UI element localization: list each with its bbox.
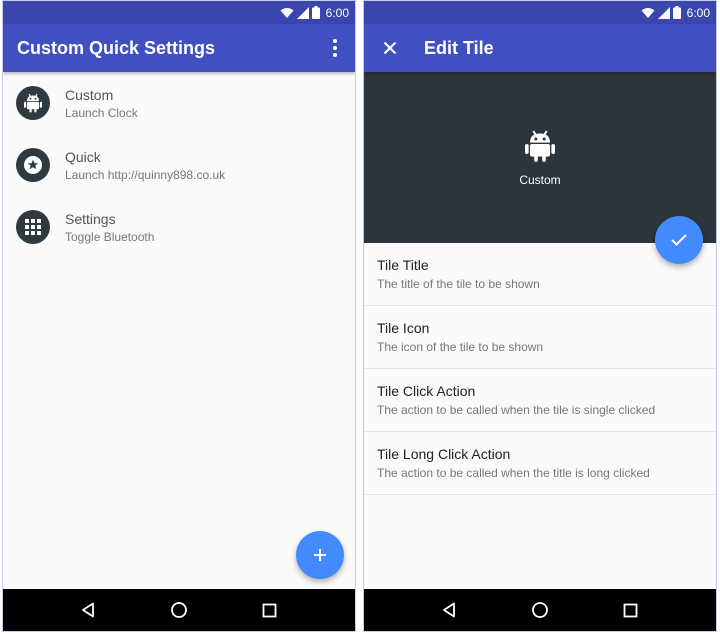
setting-tile-click-action[interactable]: Tile Click Action The action to be calle… <box>364 369 716 432</box>
navigation-bar <box>364 589 716 631</box>
page-title: Edit Tile <box>424 37 494 58</box>
wifi-icon <box>641 7 655 18</box>
tile-preview: Custom <box>364 72 716 243</box>
add-tile-button[interactable] <box>296 531 344 579</box>
signal-icon <box>296 6 309 19</box>
tile-title: Quick <box>65 148 101 165</box>
setting-tile-icon[interactable]: Tile Icon The icon of the tile to be sho… <box>364 306 716 369</box>
setting-tile-long-click-action[interactable]: Tile Long Click Action The action to be … <box>364 432 716 495</box>
quick-settings-screen: 6:00 Custom Quick Settings Custom Launch… <box>2 0 356 632</box>
plus-icon <box>314 549 326 561</box>
overflow-menu-icon[interactable] <box>325 33 345 63</box>
setting-subtitle: The title of the tile to be shown <box>377 277 540 291</box>
tile-title: Custom <box>65 86 114 103</box>
tile-subtitle: Launch http://quinny898.co.uk <box>65 167 226 182</box>
apps-grid-icon <box>16 210 50 244</box>
battery-icon <box>672 6 681 19</box>
star-circle-icon <box>16 148 50 182</box>
android-icon <box>16 86 50 120</box>
list-item-quick[interactable]: Quick Launch http://quinny898.co.uk <box>3 134 355 196</box>
home-icon[interactable] <box>164 595 194 625</box>
back-icon[interactable] <box>434 595 464 625</box>
recents-icon[interactable] <box>255 595 285 625</box>
setting-title: Tile Icon <box>377 320 430 336</box>
status-time: 6:00 <box>325 5 349 20</box>
setting-subtitle: The action to be called when the title i… <box>377 466 650 480</box>
battery-icon <box>311 6 320 19</box>
recents-icon[interactable] <box>616 595 646 625</box>
signal-icon <box>657 6 670 19</box>
status-time: 6:00 <box>686 5 710 20</box>
android-icon <box>525 129 555 162</box>
tile-subtitle: Toggle Bluetooth <box>65 229 155 244</box>
navigation-bar <box>3 589 355 631</box>
tile-subtitle: Launch Clock <box>65 105 138 120</box>
tile-list: Custom Launch Clock Quick Launch http://… <box>3 72 355 258</box>
page-title: Custom Quick Settings <box>17 37 216 58</box>
app-bar: Edit Tile <box>364 24 716 72</box>
check-icon <box>671 234 687 246</box>
list-item-settings[interactable]: Settings Toggle Bluetooth <box>3 196 355 258</box>
settings-list: Tile Title The title of the tile to be s… <box>364 243 716 495</box>
setting-subtitle: The icon of the tile to be shown <box>377 340 544 354</box>
setting-title: Tile Click Action <box>377 383 476 399</box>
edit-tile-screen: 6:00 Edit Tile Custom Tile Title The tit… <box>363 0 717 632</box>
status-bar: 6:00 <box>3 1 355 24</box>
setting-subtitle: The action to be called when the tile is… <box>377 403 656 417</box>
preview-label: Custom <box>519 172 561 187</box>
setting-title: Tile Long Click Action <box>377 446 511 462</box>
tile-title: Settings <box>65 210 116 227</box>
close-icon[interactable] <box>378 36 402 60</box>
save-tile-button[interactable] <box>655 216 703 264</box>
wifi-icon <box>280 7 294 18</box>
list-item-custom[interactable]: Custom Launch Clock <box>3 72 355 134</box>
back-icon[interactable] <box>73 595 103 625</box>
home-icon[interactable] <box>525 595 555 625</box>
app-bar: Custom Quick Settings <box>3 24 355 72</box>
status-bar: 6:00 <box>364 1 716 24</box>
